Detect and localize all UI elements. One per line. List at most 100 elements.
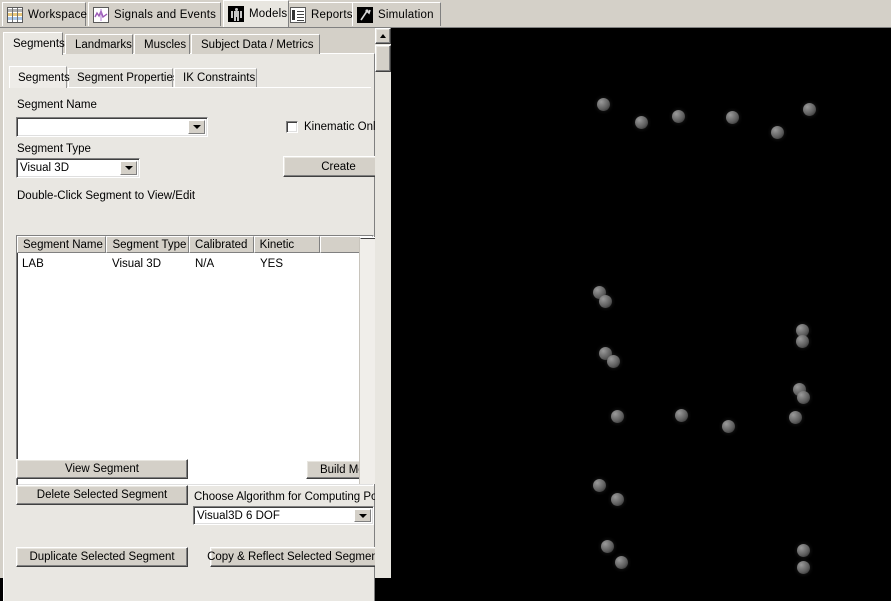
marker-head-front-left[interactable] <box>634 115 648 129</box>
tab-muscles-label: Muscles <box>144 38 187 51</box>
marker-hip-right[interactable] <box>788 410 802 424</box>
cell-segment-type: Visual 3D <box>107 255 190 272</box>
module-tab-reports-label: Reports <box>311 8 353 21</box>
tab-segments-label: Segments <box>13 38 65 50</box>
inner-tab-ik-constraints-label: IK Constraints <box>183 72 256 84</box>
module-tab-bar: Workspace Signals and Events Models Repo <box>0 0 891 28</box>
inner-tab-segments[interactable]: Segments <box>9 66 70 88</box>
delete-selected-segment-button[interactable]: Delete Selected Segment <box>16 485 188 505</box>
left-panel-scrollbar-thumb[interactable] <box>375 45 391 72</box>
3d-model-viewport[interactable] <box>391 28 891 578</box>
table-row[interactable]: LAB Visual 3D N/A YES <box>17 255 373 272</box>
column-header-kinetic-label: Kinetic <box>259 238 295 251</box>
cell-kinetic: YES <box>255 255 322 272</box>
marker-ankle-left-b[interactable] <box>614 555 628 569</box>
module-tab-models-label: Models <box>249 8 288 20</box>
inner-tab-segments-label: Segments <box>18 71 70 84</box>
module-tab-workspace[interactable]: Workspace <box>2 2 88 26</box>
marker-pelvis-center-r[interactable] <box>721 419 735 433</box>
segment-list-scrollbar[interactable] <box>359 237 376 484</box>
duplicate-selected-segment-button[interactable]: Duplicate Selected Segment <box>16 547 188 567</box>
view-segment-button[interactable]: View Segment <box>16 459 188 479</box>
column-header-segment-name[interactable]: Segment Name <box>17 236 107 253</box>
column-header-segment-type-label: Segment Type <box>112 238 187 251</box>
tab-landmarks[interactable]: Landmarks <box>65 34 133 54</box>
scroll-up-button[interactable] <box>375 28 391 44</box>
marker-knee-left-b[interactable] <box>610 492 624 506</box>
kinematic-only-label: Kinematic Only <box>304 121 382 133</box>
marker-ankle-left-a[interactable] <box>600 539 614 553</box>
kinematic-only-checkbox[interactable]: Kinematic Only <box>286 121 381 133</box>
module-tab-signals-and-events[interactable]: Signals and Events <box>88 2 221 26</box>
cell-calibrated-text: N/A <box>195 257 215 270</box>
inner-tab-segment-properties-label: Segment Properties <box>77 72 179 84</box>
marker-head-front[interactable] <box>671 109 685 123</box>
body-model-icon <box>228 6 244 22</box>
tab-segments[interactable]: Segments <box>3 32 65 55</box>
workspace-grid-icon <box>7 6 23 23</box>
marker-head-left[interactable] <box>596 97 610 111</box>
tab-subject-data-metrics[interactable]: Subject Data / Metrics <box>191 34 320 54</box>
module-tab-reports[interactable]: Reports <box>285 2 357 26</box>
marker-elbow-right-b[interactable] <box>796 390 810 404</box>
report-document-icon <box>290 6 306 23</box>
marker-shoulder-left-b[interactable] <box>598 294 612 308</box>
algorithm-value: Visual3D 6 DOF <box>197 509 280 522</box>
marker-hip-left[interactable] <box>610 409 624 423</box>
marker-knee-left-a[interactable] <box>592 478 606 492</box>
chevron-down-icon <box>192 125 201 129</box>
column-header-calibrated[interactable]: Calibrated <box>189 236 254 253</box>
double-click-hint-label: Double-Click Segment to View/Edit <box>17 190 196 202</box>
marker-knee-right-b[interactable] <box>796 560 810 574</box>
marker-head-front-right[interactable] <box>725 110 739 124</box>
copy-reflect-selected-segment-button[interactable]: Copy & Reflect Selected Segment <box>207 547 381 567</box>
column-header-segment-name-label: Segment Name <box>23 238 103 251</box>
marker-head-right[interactable] <box>802 102 816 116</box>
segment-type-combo-dropdown-button[interactable] <box>120 161 137 175</box>
inner-tab-segment-properties[interactable]: Segment Properties <box>68 68 179 87</box>
left-panel-scrollbar[interactable] <box>375 28 391 578</box>
tab-muscles[interactable]: Muscles <box>134 34 190 54</box>
marker-head-right-low[interactable] <box>770 125 784 139</box>
marker-shoulder-right-b[interactable] <box>795 334 809 348</box>
segment-list-view[interactable]: Segment Name Segment Type Calibrated Kin… <box>16 235 374 486</box>
segment-type-value: Visual 3D <box>20 162 70 174</box>
algorithm-combo[interactable]: Visual3D 6 DOF <box>193 506 374 525</box>
segment-type-combo[interactable]: Visual 3D <box>16 158 140 178</box>
delete-selected-segment-button-label: Delete Selected Segment <box>36 489 168 501</box>
module-tab-models[interactable]: Models <box>223 0 289 27</box>
segment-name-combo-dropdown-button[interactable] <box>188 120 205 134</box>
kinematic-only-checkbox-box[interactable] <box>286 121 298 133</box>
simulation-runner-icon <box>357 6 373 23</box>
module-tab-workspace-label: Workspace <box>28 8 88 21</box>
algorithm-combo-dropdown-button[interactable] <box>354 509 371 522</box>
cell-segment-name-text: LAB <box>22 257 44 270</box>
marker-pelvis-center-l[interactable] <box>674 408 688 422</box>
copy-reflect-selected-segment-button-label: Copy & Reflect Selected Segment <box>207 551 381 563</box>
chevron-down-icon <box>358 513 367 518</box>
segment-name-combo[interactable] <box>16 117 208 137</box>
column-header-segment-type[interactable]: Segment Type <box>106 236 190 253</box>
segment-list-scrollbar-thumb[interactable] <box>360 237 376 239</box>
module-tab-simulation[interactable]: Simulation <box>352 2 441 26</box>
create-button-label: Create <box>321 160 356 173</box>
view-segment-button-label: View Segment <box>65 463 139 475</box>
duplicate-selected-segment-button-label: Duplicate Selected Segment <box>29 551 175 563</box>
cell-calibrated: N/A <box>190 255 255 272</box>
marker-knee-right-a[interactable] <box>796 543 810 557</box>
tab-landmarks-label: Landmarks <box>75 38 132 51</box>
column-header-calibrated-label: Calibrated <box>195 238 248 251</box>
cell-kinetic-text: YES <box>260 257 284 270</box>
models-left-panel: Segments Landmarks Muscles Subject Data … <box>0 28 394 601</box>
visual3d-application-window: Workspace Signals and Events Models Repo <box>0 0 891 601</box>
signal-curve-icon <box>93 6 109 23</box>
tab-subject-data-metrics-label: Subject Data / Metrics <box>201 38 314 51</box>
chevron-up-icon <box>380 34 386 38</box>
inner-tab-ik-constraints[interactable]: IK Constraints <box>174 68 257 87</box>
choose-algorithm-label: Choose Algorithm for Computing Pose <box>194 491 390 503</box>
module-tab-signals-and-events-label: Signals and Events <box>114 8 217 21</box>
module-tab-simulation-label: Simulation <box>378 8 434 21</box>
segment-list-header-row: Segment Name Segment Type Calibrated Kin… <box>17 236 373 253</box>
marker-elbow-left-b[interactable] <box>606 354 620 368</box>
column-header-kinetic[interactable]: Kinetic <box>253 236 321 253</box>
